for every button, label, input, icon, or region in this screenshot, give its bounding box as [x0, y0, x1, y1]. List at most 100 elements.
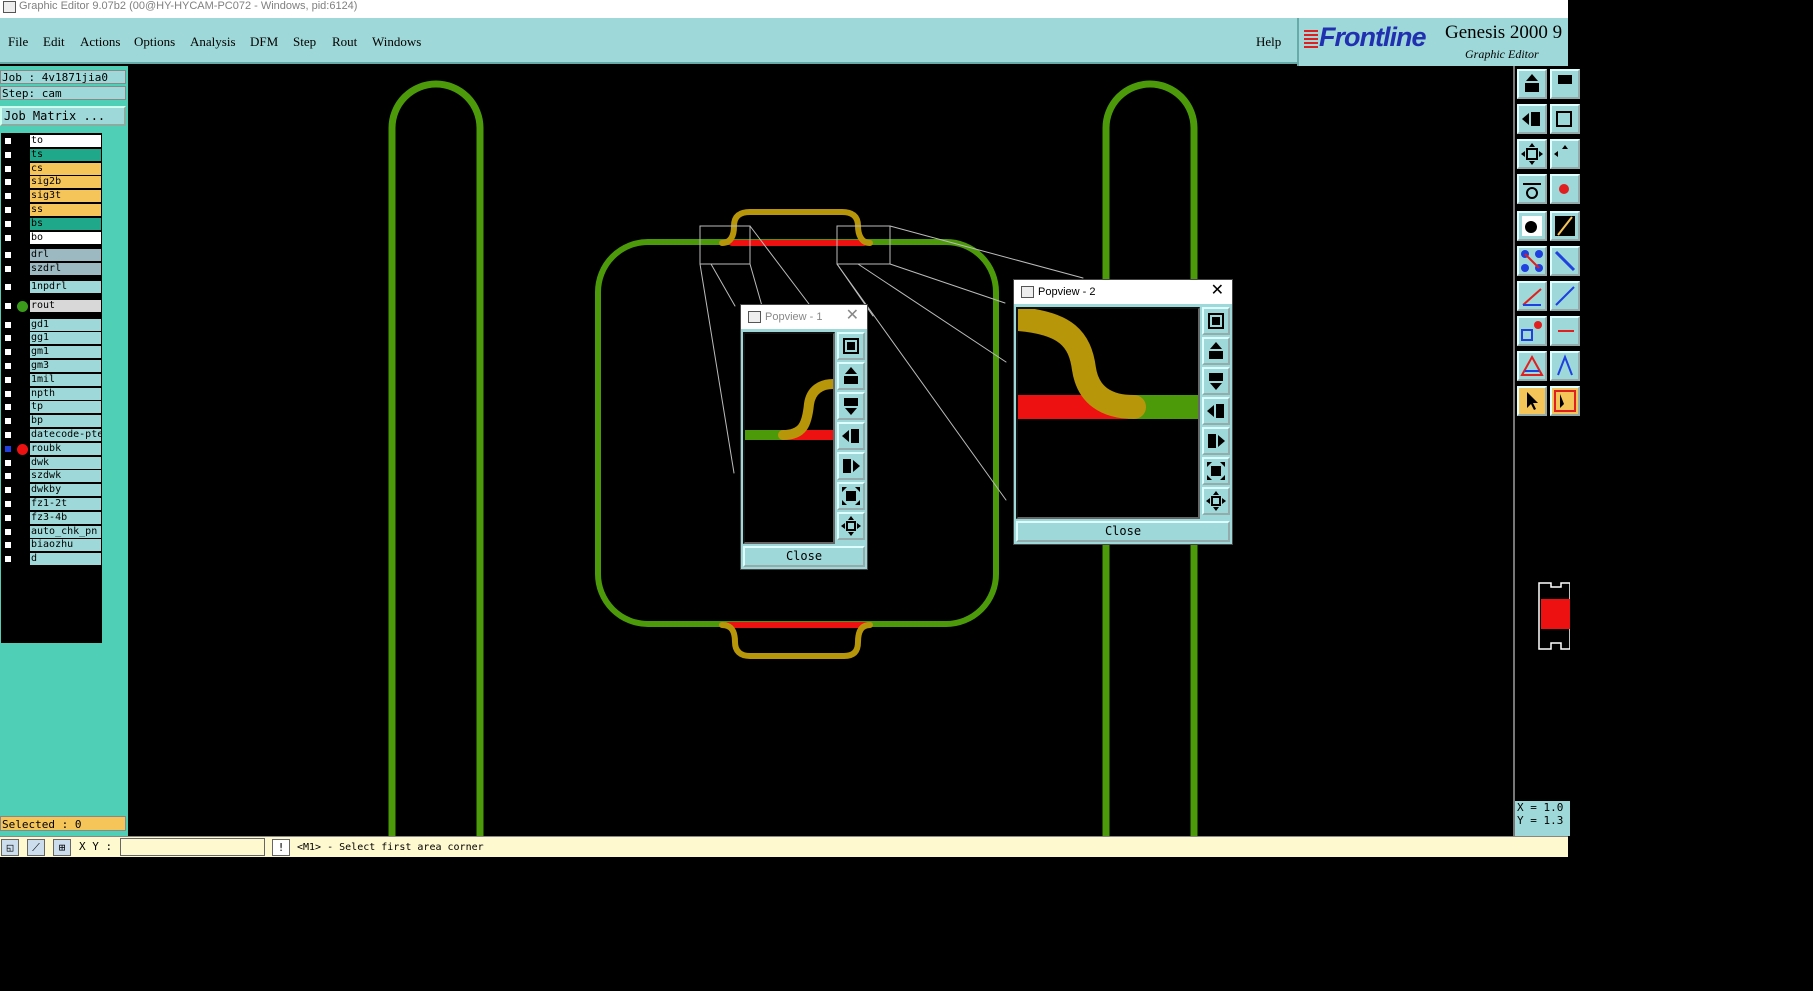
- layer-row[interactable]: cs: [1, 162, 102, 176]
- zoom-fit-icon[interactable]: [837, 332, 865, 360]
- pan-down-icon[interactable]: [1202, 367, 1230, 395]
- layer-name[interactable]: gm3: [30, 360, 101, 372]
- layer-row[interactable]: 1npdrl: [1, 281, 102, 294]
- connect-points-icon[interactable]: [1517, 246, 1547, 276]
- menu-help[interactable]: Help: [1256, 34, 1281, 50]
- measure-icon[interactable]: [1517, 174, 1547, 204]
- pan-up-icon[interactable]: [1202, 337, 1230, 365]
- slope-tool-icon[interactable]: [1550, 281, 1580, 311]
- layer-row[interactable]: dwkby: [1, 484, 102, 497]
- layer-checkbox[interactable]: [4, 283, 12, 291]
- layer-checkbox[interactable]: [4, 178, 12, 187]
- layer-name[interactable]: szdrl: [30, 263, 101, 276]
- zoom-fit-icon[interactable]: [1202, 307, 1230, 335]
- layer-row[interactable]: fz3-4b: [1, 511, 102, 525]
- layer-row[interactable]: datecode-pte: [1, 429, 102, 442]
- layer-row[interactable]: bp: [1, 415, 102, 428]
- layer-row[interactable]: 1mil: [1, 373, 102, 387]
- layer-name[interactable]: roubk: [30, 442, 101, 455]
- menu-options[interactable]: Options: [134, 34, 175, 50]
- popview-2-close-button[interactable]: Close: [1016, 521, 1230, 542]
- layer-row[interactable]: ts: [1, 148, 102, 162]
- layer-name[interactable]: bo: [30, 231, 101, 244]
- line-tool-icon[interactable]: [1550, 211, 1580, 241]
- menu-analysis[interactable]: Analysis: [190, 34, 236, 50]
- layer-name[interactable]: dwk: [30, 456, 101, 469]
- popview-2-view[interactable]: [1016, 307, 1200, 519]
- layer-row[interactable]: bs: [1, 217, 102, 231]
- layer-row[interactable]: szdrl: [1, 263, 102, 276]
- layer-row[interactable]: bo: [1, 231, 102, 245]
- layer-row[interactable]: gm1: [1, 346, 102, 359]
- layer-name[interactable]: dwkby: [30, 484, 101, 497]
- layer-name[interactable]: gd1: [30, 318, 101, 331]
- layer-checkbox[interactable]: [4, 527, 12, 536]
- pan-right-icon[interactable]: [1550, 104, 1580, 134]
- layer-row[interactable]: ss: [1, 204, 102, 217]
- triangle-tool-icon[interactable]: [1517, 351, 1547, 381]
- layer-checkbox[interactable]: [4, 251, 12, 260]
- layer-checkbox[interactable]: [4, 137, 12, 145]
- layer-checkbox[interactable]: [4, 334, 12, 343]
- layer-row[interactable]: drl: [1, 249, 102, 262]
- pan-up-icon[interactable]: [837, 362, 865, 390]
- layer-checkbox[interactable]: [4, 320, 12, 329]
- layer-row[interactable]: gg1: [1, 332, 102, 345]
- line-mode-icon[interactable]: ⟋: [27, 839, 45, 856]
- layer-row[interactable]: sig3t: [1, 190, 102, 203]
- dash-tool-icon[interactable]: [1550, 316, 1580, 346]
- menu-actions[interactable]: Actions: [80, 34, 120, 50]
- snap-icon[interactable]: [1550, 174, 1580, 204]
- zoom-in-icon[interactable]: [837, 482, 865, 510]
- layer-name[interactable]: tp: [30, 401, 101, 414]
- close-icon[interactable]: ✕: [846, 305, 859, 327]
- layer-row[interactable]: roubk: [1, 442, 102, 456]
- layer-name[interactable]: ts: [30, 148, 101, 161]
- pan-left-icon[interactable]: [1202, 397, 1230, 425]
- layer-checkbox[interactable]: [4, 219, 12, 228]
- layer-name[interactable]: drl: [30, 249, 101, 262]
- select-tool-icon[interactable]: [1550, 386, 1580, 416]
- zoom-in-icon[interactable]: [1202, 457, 1230, 485]
- layer-checkbox[interactable]: [4, 164, 12, 173]
- layer-checkbox[interactable]: [4, 541, 12, 550]
- layer-checkbox[interactable]: [4, 417, 12, 426]
- layer-name[interactable]: fz3-4b: [30, 511, 101, 524]
- layer-name[interactable]: to: [30, 135, 101, 147]
- layer-checkbox[interactable]: [4, 233, 12, 242]
- layer-checkbox[interactable]: [4, 472, 12, 481]
- layer-name[interactable]: 1mil: [30, 373, 101, 386]
- pan-down-icon[interactable]: [1550, 69, 1580, 99]
- layer-row[interactable]: sig2b: [1, 176, 102, 189]
- polygon-tool-icon[interactable]: [1550, 351, 1580, 381]
- menu-rout[interactable]: Rout: [332, 34, 357, 50]
- pan-down-icon[interactable]: [837, 392, 865, 420]
- pad-tool-icon[interactable]: [1517, 316, 1547, 346]
- job-matrix-button[interactable]: Job Matrix ...: [0, 106, 126, 126]
- layer-name[interactable]: biaozhu: [30, 539, 101, 552]
- layer-name[interactable]: sig3t: [30, 190, 101, 203]
- layer-checkbox[interactable]: [4, 500, 12, 508]
- layer-row[interactable]: gm3: [1, 360, 102, 373]
- layer-name[interactable]: ss: [30, 204, 101, 216]
- layer-name[interactable]: 1npdrl: [30, 281, 101, 293]
- menu-edit[interactable]: Edit: [43, 34, 65, 50]
- menu-dfm[interactable]: DFM: [250, 34, 278, 50]
- layer-row[interactable]: fz1-2t: [1, 498, 102, 511]
- grid-icon[interactable]: ⊞: [53, 839, 71, 856]
- layer-checkbox[interactable]: [4, 348, 12, 357]
- layer-checkbox[interactable]: [4, 431, 12, 439]
- layer-row[interactable]: npth: [1, 387, 102, 401]
- layer-name[interactable]: npth: [30, 387, 101, 400]
- layer-name[interactable]: datecode-pte: [30, 429, 101, 441]
- select-mode-icon[interactable]: ◱: [1, 839, 19, 856]
- menu-step[interactable]: Step: [293, 34, 316, 50]
- layer-checkbox[interactable]: [4, 555, 12, 564]
- layer-checkbox[interactable]: [4, 389, 12, 398]
- popview-1-titlebar[interactable]: Popview - 1 ✕: [741, 305, 867, 329]
- layer-checkbox[interactable]: [4, 444, 12, 453]
- layer-checkbox[interactable]: [4, 375, 12, 384]
- layer-name[interactable]: bp: [30, 415, 101, 428]
- cross-tool-icon[interactable]: [1550, 246, 1580, 276]
- layer-checkbox[interactable]: [4, 265, 12, 274]
